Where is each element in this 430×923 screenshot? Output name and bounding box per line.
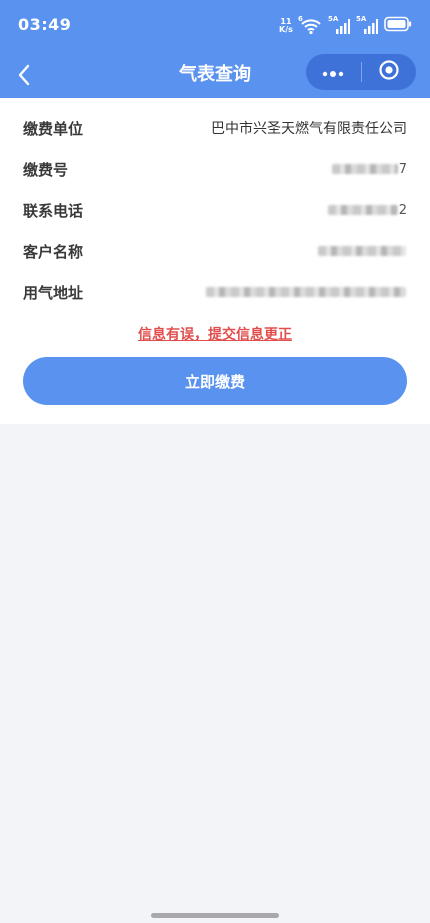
wifi-icon: 6 [298, 15, 322, 35]
status-bar: 03:49 11 K/s 6 5A 5A [0, 0, 430, 52]
redacted-value: 2 [327, 202, 407, 218]
info-label: 缴费单位 [23, 119, 84, 138]
signal-1-label: 5A [328, 15, 339, 23]
close-button[interactable] [361, 54, 416, 90]
wifi-badge: 6 [298, 15, 303, 23]
network-speed-unit: K/s [279, 25, 293, 34]
redaction-blur [318, 246, 406, 256]
mini-program-capsule [306, 54, 416, 90]
value-tail: 7 [398, 161, 407, 177]
battery-icon [384, 16, 412, 36]
redacted-value [206, 284, 407, 300]
nav-bar: 气表查询 [0, 52, 430, 98]
more-button[interactable] [306, 54, 361, 90]
redaction-blur [331, 164, 398, 174]
status-time: 03:49 [18, 15, 72, 34]
info-row-account-no: 缴费号 7 [23, 157, 407, 181]
redacted-value [318, 243, 407, 259]
info-label: 客户名称 [23, 242, 84, 261]
signal-icon: 5A [328, 15, 350, 35]
target-icon [378, 59, 400, 85]
info-value: 巴中市兴圣天燃气有限责任公司 [211, 121, 407, 137]
info-row-address: 用气地址 [23, 280, 407, 304]
info-row-unit: 缴费单位 巴中市兴圣天燃气有限责任公司 [23, 116, 407, 140]
redaction-blur [327, 205, 398, 215]
home-indicator[interactable] [151, 913, 279, 918]
info-label: 缴费号 [23, 160, 69, 179]
redacted-value: 7 [331, 161, 407, 177]
more-dots-icon [321, 63, 345, 82]
value-tail: 2 [398, 202, 407, 218]
signal-2-label: 5A [356, 15, 367, 23]
pay-now-button[interactable]: 立即缴费 [23, 357, 407, 405]
account-info-card: 缴费单位 巴中市兴圣天燃气有限责任公司 缴费号 7 联系电话 2 客户名称 用气… [0, 98, 430, 424]
signal-icon: 5A [356, 15, 378, 35]
network-speed: 11 K/s [278, 18, 294, 34]
info-row-customer-name: 客户名称 [23, 239, 407, 263]
status-icons: 11 K/s 6 5A 5A [278, 14, 412, 38]
correction-link[interactable]: 信息有误，提交信息更正 [0, 324, 430, 344]
info-row-phone: 联系电话 2 [23, 198, 407, 222]
info-label: 联系电话 [23, 201, 84, 220]
info-label: 用气地址 [23, 283, 84, 302]
redaction-blur [206, 287, 406, 297]
